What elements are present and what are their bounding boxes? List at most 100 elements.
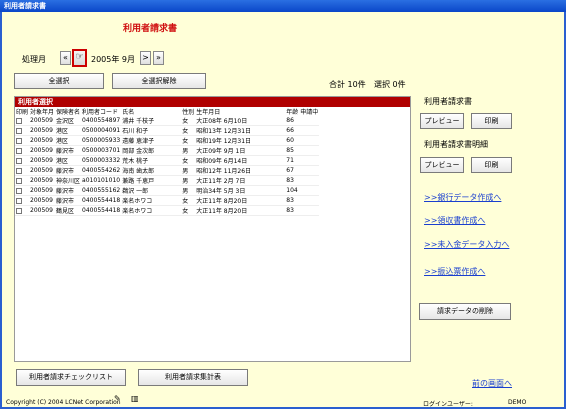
cursor-icon: ☞ (75, 52, 84, 62)
link-unpaid-input[interactable]: >>未入金データ入力へ (424, 239, 509, 250)
table-row[interactable]: 200509 藤沢市 0500003701 岡部 金次郎男大正09年 9月 1日 85 (15, 145, 320, 156)
table-row[interactable]: 200509 鶴見区 0400554418 楽名ホワコ女大正11年 8月20日 83 (15, 205, 320, 216)
cell-insurer: 港区 (55, 155, 82, 166)
print-checkbox-cell[interactable] (15, 145, 30, 156)
cell-code: 0400555162 (81, 185, 122, 196)
cell-code: 0400554897 (81, 116, 122, 126)
print-checkbox[interactable] (16, 177, 22, 184)
back-link[interactable]: 前の画面へ (472, 378, 512, 389)
invoice-preview-button[interactable]: プレビュー (420, 113, 464, 129)
cell-pending (299, 116, 320, 126)
first-month-button[interactable]: « (60, 51, 71, 65)
detail-label: 利用者請求書明細 (424, 140, 488, 149)
table-header-row: 印刷 対象年月 保険者名 利用者コード 氏名 性別 生年月日 年齢 申請中 (15, 107, 319, 116)
delete-invoice-data-button[interactable]: 請求データの削除 (419, 303, 511, 320)
last-month-button[interactable]: » (153, 51, 164, 65)
print-checkbox-cell[interactable] (15, 185, 30, 196)
cell-pending (299, 125, 320, 136)
deselect-all-button[interactable]: 全選択解除 (112, 73, 206, 89)
print-checkbox-cell[interactable] (15, 195, 30, 206)
selected-count: 選択 0件 (374, 80, 406, 89)
cell-insurer: 神奈川区 (55, 175, 82, 186)
col-month: 対象年月 (30, 109, 55, 116)
table-row[interactable]: 200509 港区 0500004091 石川 和子女昭和13年 12月31日 66 (15, 125, 320, 136)
print-checkbox[interactable] (16, 197, 22, 204)
link-receipt[interactable]: >>領収書作成へ (424, 215, 485, 226)
print-checkbox-cell[interactable] (15, 125, 30, 136)
book-icon: ▥ (131, 394, 139, 403)
print-checkbox-cell[interactable] (15, 175, 30, 186)
cell-month: 200509 (29, 135, 56, 146)
period-label: 処理月 (22, 55, 46, 64)
cell-month: 200509 (29, 165, 56, 176)
print-checkbox[interactable] (16, 157, 22, 164)
cell-age: 66 (285, 125, 300, 136)
cell-insurer: 金沢区 (55, 116, 82, 126)
cell-age: 60 (285, 135, 300, 146)
next-month-button[interactable]: > (140, 51, 151, 65)
cell-name: 石川 和子 (121, 125, 182, 136)
print-checkbox-cell[interactable] (15, 165, 30, 176)
print-checkbox[interactable] (16, 147, 22, 154)
invoice-print-button[interactable]: 印刷 (471, 113, 512, 129)
cell-name: 楽名ホワコ (121, 205, 182, 216)
cell-birth: 明治34年 5月 3日 (195, 185, 286, 196)
link-transfer-slip[interactable]: >>振込票作成へ (424, 266, 485, 277)
cell-sex: 女 (181, 205, 196, 216)
print-checkbox-cell[interactable] (15, 205, 30, 216)
cell-sex: 女 (181, 116, 196, 126)
print-checkbox-cell[interactable] (15, 135, 30, 146)
cell-code: 0400554418 (81, 205, 122, 216)
detail-print-button[interactable]: 印刷 (471, 157, 512, 173)
cell-birth: 大正11年 2月 7日 (195, 175, 286, 186)
print-checkbox[interactable] (16, 187, 22, 194)
print-checkbox-cell[interactable] (15, 155, 30, 166)
cell-month: 200509 (29, 205, 56, 216)
prev-month-button[interactable]: ☞ (72, 49, 87, 67)
cell-code: 0500004091 (81, 125, 122, 136)
table-row[interactable]: 200509 藤沢市 0400555162 鵜沢 一郎男明治34年 5月 3日 104 (15, 185, 320, 196)
print-checkbox[interactable] (16, 117, 22, 124)
cell-month: 200509 (29, 145, 56, 156)
col-name: 氏名 (122, 109, 135, 116)
select-all-button[interactable]: 全選択 (14, 73, 104, 89)
cell-birth: 昭和09年 6月14日 (195, 155, 286, 166)
cell-sex: 女 (181, 135, 196, 146)
link-bank-data[interactable]: >>銀行データ作成へ (424, 192, 501, 203)
cell-pending (299, 135, 320, 146)
table-row[interactable]: 200509 金沢区 0400554897 浦井 千枝子女大正08年 6月10日 86 (15, 116, 320, 126)
user-list-panel: 利用者選択 印刷 対象年月 保険者名 利用者コード 氏名 性別 生年月日 年齢 … (14, 96, 411, 362)
col-insurer: 保険者名 (56, 109, 81, 116)
cell-birth: 大正08年 6月10日 (195, 116, 286, 126)
login-user: DEMO (508, 399, 527, 406)
summary-report-button[interactable]: 利用者請求集計表 (138, 369, 248, 386)
print-checkbox[interactable] (16, 167, 22, 174)
print-checkbox[interactable] (16, 207, 22, 214)
cell-month: 200509 (29, 116, 56, 126)
cell-month: 200509 (29, 175, 56, 186)
print-checkbox[interactable] (16, 127, 22, 134)
user-table: 印刷 対象年月 保険者名 利用者コード 氏名 性別 生年月日 年齢 申請中 20… (15, 107, 320, 216)
invoice-label: 利用者請求書 (424, 97, 472, 106)
cell-name: 荒木 桃子 (121, 155, 182, 166)
print-checkbox[interactable] (16, 137, 22, 144)
table-row[interactable]: 200509 港区 0500005933 遠藤 恵津子女昭和19年 12月31日 60 (15, 135, 320, 146)
cell-sex: 男 (181, 175, 196, 186)
col-pending: 申請中 (300, 109, 319, 116)
cell-birth: 昭和13年 12月31日 (195, 125, 286, 136)
period-value: 2005年 9月 (91, 55, 135, 64)
table-row[interactable]: 200509 港区 0500003332 荒木 桃子女昭和09年 6月14日 71 (15, 155, 320, 166)
detail-preview-button[interactable]: プレビュー (420, 157, 464, 173)
table-row[interactable]: 200509 藤沢市 0400554262 海南 歯太郎男昭和12年 11月26日 67 (15, 165, 320, 176)
cell-insurer: 藤沢市 (55, 165, 82, 176)
cell-insurer: 藤沢市 (55, 195, 82, 206)
checklist-button[interactable]: 利用者請求チェックリスト (16, 369, 126, 386)
cell-insurer: 港区 (55, 135, 82, 146)
cell-age: 83 (285, 175, 300, 186)
table-row[interactable]: 200509 神奈川区 a010101010 兼路 千恵戸男大正11年 2月 7日 83 (15, 175, 320, 186)
print-checkbox-cell[interactable] (15, 116, 30, 126)
table-row[interactable]: 200509 藤沢市 0400554418 楽名ホワコ女大正11年 8月20日 83 (15, 195, 320, 206)
cell-name: 海南 歯太郎 (121, 165, 182, 176)
cell-birth: 大正11年 8月20日 (195, 195, 286, 206)
col-code: 利用者コード (82, 109, 119, 116)
